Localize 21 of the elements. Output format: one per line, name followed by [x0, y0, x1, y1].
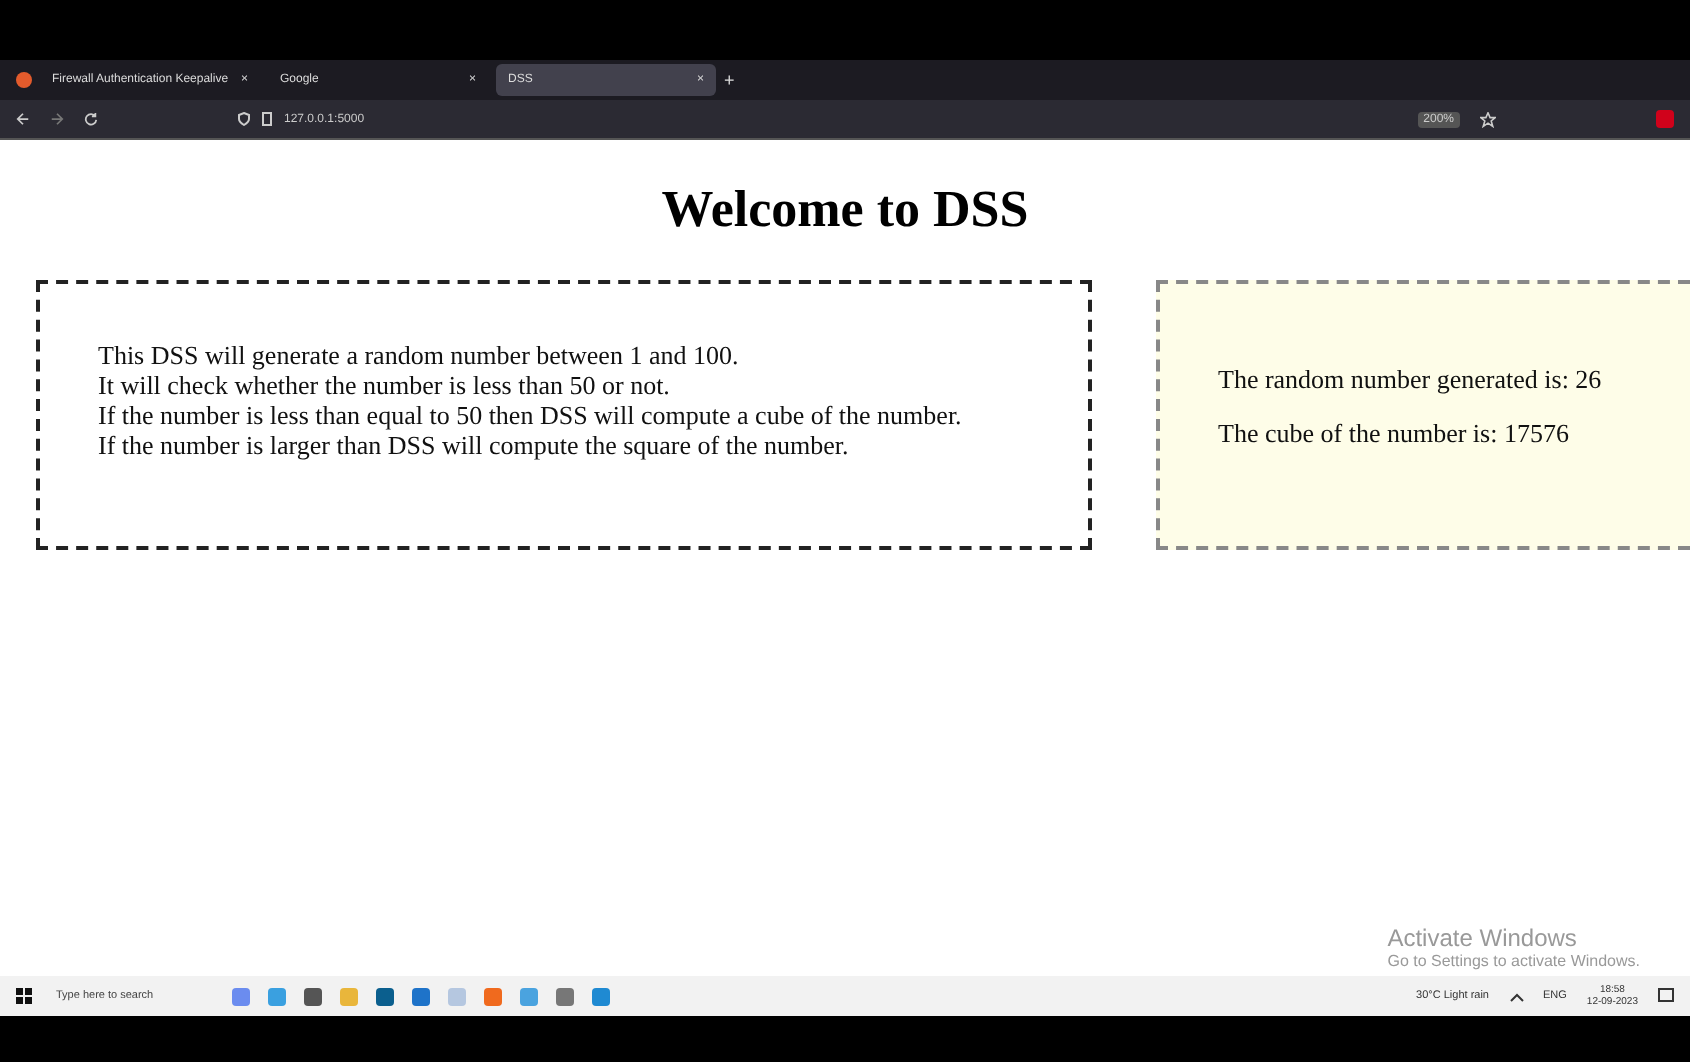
result-line: The random number generated is: 26: [1218, 364, 1604, 394]
activation-subtitle: Go to Settings to activate Windows.: [1387, 952, 1640, 970]
star-icon[interactable]: [1480, 111, 1496, 127]
description-line: If the number is less than equal to 50 then DSS will compute a cube of the number.: [98, 400, 964, 430]
result-line: The cube of the number is: 17576: [1218, 418, 1571, 448]
page-icon: [262, 112, 272, 126]
chevron-up-icon[interactable]: [1509, 991, 1523, 1001]
forward-icon[interactable]: [50, 112, 64, 126]
start-icon[interactable]: [16, 988, 32, 1004]
back-icon[interactable]: [16, 112, 30, 126]
shield-icon: [238, 112, 250, 126]
extension-icon[interactable]: [1656, 110, 1674, 128]
reload-icon[interactable]: [84, 112, 98, 126]
notification-icon[interactable]: [1658, 988, 1674, 1004]
page-heading: Welcome to DSS: [661, 180, 1029, 240]
activation-title: Activate Windows: [1387, 924, 1579, 952]
description-line: This DSS will generate a random number between 1 and 100.: [98, 340, 741, 370]
new-tab-button[interactable]: +: [724, 70, 735, 90]
description-line: It will check whether the number is less than 50 or not.: [98, 370, 672, 400]
browser-logo-icon: [16, 72, 32, 88]
description-line: If the number is larger than DSS will compute the square of the number.: [98, 430, 851, 460]
